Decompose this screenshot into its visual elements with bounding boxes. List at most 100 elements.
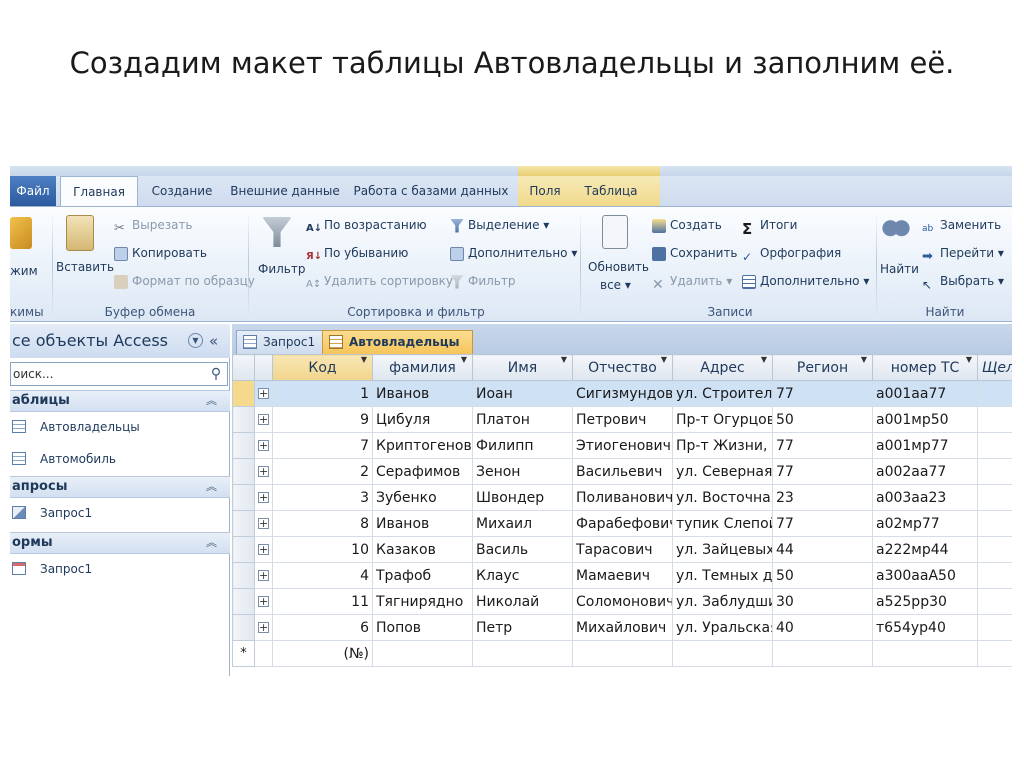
chevron-down-icon[interactable]: ▼	[188, 333, 203, 348]
doc-tab-autoowners[interactable]: Автовладельцы	[322, 330, 473, 354]
replace-button[interactable]: ab Заменить	[922, 215, 1001, 235]
cell-empty[interactable]	[977, 588, 1012, 615]
cell-plate[interactable]: а001мр50	[872, 406, 978, 433]
cell-plate[interactable]: а525рр30	[872, 588, 978, 615]
chevron-down-icon[interactable]: ▼	[861, 356, 867, 365]
table-row[interactable]: +11 Тягнирядно Николай Соломонович ул. Заблу…	[232, 588, 1012, 615]
chevron-up-icon[interactable]: ︽	[206, 533, 217, 553]
table-row[interactable]: +9 Цибуля Платон Петрович Пр-т Огурцов 50 а001…	[232, 406, 1012, 433]
chevron-down-icon[interactable]: ▼	[361, 356, 367, 365]
format-painter-button[interactable]: Формат по образцу	[114, 271, 255, 291]
cell-plate[interactable]: а002аа77	[872, 458, 978, 485]
table-row[interactable]: +2 Серафимов Зенон Васильевич ул. Северная, 7…	[232, 458, 1012, 485]
table-row[interactable]: +8 Иванов Михаил Фарабефович тупик Слепой, 77…	[232, 510, 1012, 537]
column-header-code[interactable]: Код ▼	[272, 354, 373, 381]
nav-section-forms[interactable]: ормы ︽	[10, 532, 230, 554]
cell-region[interactable]: 77	[772, 432, 873, 459]
cell-plate[interactable]: а02мр77	[872, 510, 978, 537]
cell-code[interactable]: 7	[272, 432, 373, 459]
toggle-filter-button[interactable]: Фильтр	[450, 271, 515, 291]
row-selector[interactable]	[232, 562, 255, 589]
cell-patronymic[interactable]: Фарабефович	[572, 510, 673, 537]
refresh-button[interactable]: Обновить	[588, 257, 649, 277]
collapse-pane-icon[interactable]: «	[209, 324, 218, 358]
cell-empty[interactable]	[977, 484, 1012, 511]
column-header-address[interactable]: Адрес ▼	[672, 354, 773, 381]
row-selector[interactable]	[232, 588, 255, 615]
expand-row-button[interactable]: +	[254, 406, 273, 433]
tab-external-data[interactable]: Внешние данные	[226, 176, 344, 206]
cell-surname[interactable]: Иванов	[372, 510, 473, 537]
table-row[interactable]: +7 Криптогенов Филипп Этиогенович Пр-т Жизни…	[232, 432, 1012, 459]
cell-empty[interactable]	[872, 640, 978, 667]
copy-button[interactable]: Копировать	[114, 243, 207, 263]
refresh-icon[interactable]	[602, 215, 628, 249]
cell-name[interactable]: Петр	[472, 614, 573, 641]
cell-code[interactable]: 4	[272, 562, 373, 589]
cell-surname[interactable]: Иванов	[372, 380, 473, 407]
cell-address[interactable]: ул. Северная,	[672, 458, 773, 485]
view-button[interactable]: жим	[10, 261, 38, 281]
cell-patronymic[interactable]: Михайлович	[572, 614, 673, 641]
paste-icon[interactable]	[66, 215, 94, 251]
cell-surname[interactable]: Тягнирядно	[372, 588, 473, 615]
paste-button[interactable]: Вставить	[56, 257, 114, 277]
cell-surname[interactable]: Зубенко	[372, 484, 473, 511]
advanced-filter-button[interactable]: Дополнительно ▾	[450, 243, 577, 263]
row-selector[interactable]	[232, 484, 255, 511]
cell-patronymic[interactable]: Сигизмундови	[572, 380, 673, 407]
cell-name[interactable]: Зенон	[472, 458, 573, 485]
cell-surname[interactable]: Казаков	[372, 536, 473, 563]
cut-button[interactable]: ✂ Вырезать	[114, 215, 193, 236]
new-row-marker[interactable]: *	[232, 640, 255, 667]
cell-patronymic[interactable]: Этиогенович	[572, 432, 673, 459]
spelling-button[interactable]: ✓ Орфография	[742, 243, 841, 264]
save-record-button[interactable]: Сохранить	[652, 243, 738, 263]
expand-row-button[interactable]: +	[254, 562, 273, 589]
nav-search-input[interactable]: оиск... ⚲	[10, 362, 228, 386]
cell-name[interactable]: Иоан	[472, 380, 573, 407]
expand-row-button[interactable]: +	[254, 510, 273, 537]
sort-ascending-button[interactable]: A↓ По возрастанию	[306, 215, 427, 235]
column-header-add-field[interactable]: Щелк	[977, 354, 1012, 381]
cell-patronymic[interactable]: Мамаевич	[572, 562, 673, 589]
filter-button[interactable]: Фильтр	[258, 259, 305, 279]
cell-code[interactable]: 6	[272, 614, 373, 641]
nav-item-form-query1[interactable]: Запрос1	[10, 556, 230, 582]
cell-empty[interactable]	[977, 614, 1012, 641]
row-selector[interactable]	[232, 380, 255, 407]
cell-address[interactable]: тупик Слепой,	[672, 510, 773, 537]
cell-plate[interactable]: т654ур40	[872, 614, 978, 641]
cell-empty[interactable]	[977, 458, 1012, 485]
cell-patronymic[interactable]: Соломонович	[572, 588, 673, 615]
cell-code[interactable]: 2	[272, 458, 373, 485]
view-icon[interactable]	[10, 217, 32, 249]
filter-icon[interactable]	[262, 217, 292, 247]
cell-empty[interactable]	[977, 406, 1012, 433]
expand-row-button[interactable]: +	[254, 432, 273, 459]
column-header-patronymic[interactable]: Отчество ▼	[572, 354, 673, 381]
cell-empty[interactable]	[572, 640, 673, 667]
expand-row-button[interactable]: +	[254, 588, 273, 615]
cell-region[interactable]: 50	[772, 562, 873, 589]
cell-empty[interactable]	[977, 640, 1012, 667]
table-row[interactable]: +10КазаковВасильТарасовичул. Зайцевых 14…	[232, 536, 1012, 563]
cell-empty[interactable]	[977, 380, 1012, 407]
cell-code[interactable]: 1	[272, 380, 373, 407]
cell-plate[interactable]: а300ааА50	[872, 562, 978, 589]
expand-row-button[interactable]: +	[254, 614, 273, 641]
tab-fields[interactable]: Поля	[520, 176, 570, 206]
cell-address[interactable]: Пр-т Огурцов	[672, 406, 773, 433]
nav-item-table-autoowners[interactable]: Автовладельцы	[10, 414, 230, 440]
cell-empty[interactable]	[672, 640, 773, 667]
cell-address[interactable]: ул. Уральская,	[672, 614, 773, 641]
cell-address[interactable]: ул. Заблудши	[672, 588, 773, 615]
chevron-up-icon[interactable]: ︽	[206, 477, 217, 497]
cell-code[interactable]: 10	[272, 536, 373, 563]
cell-empty[interactable]	[977, 562, 1012, 589]
cell-address[interactable]: ул. Темных дн	[672, 562, 773, 589]
cell-region[interactable]: 40	[772, 614, 873, 641]
cell-surname[interactable]: Трафоб	[372, 562, 473, 589]
cell-plate[interactable]: а001аа77	[872, 380, 978, 407]
cell-code[interactable]: 9	[272, 406, 373, 433]
